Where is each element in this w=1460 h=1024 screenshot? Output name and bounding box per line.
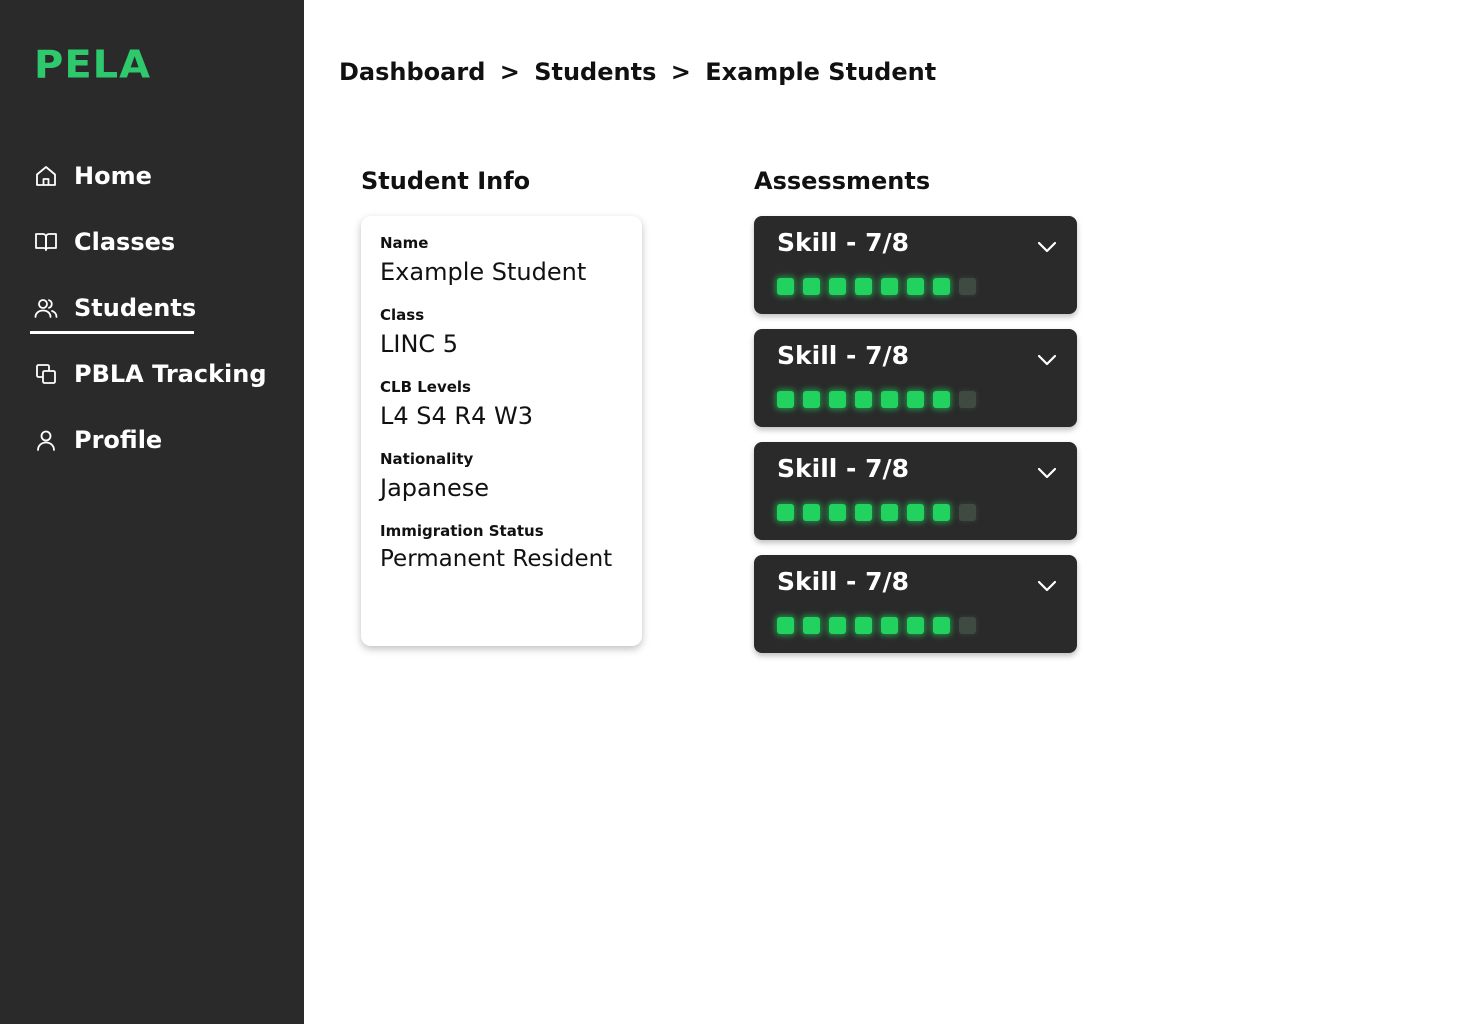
users-icon — [34, 296, 58, 320]
assessment-label: Skill - 7/8 — [777, 567, 910, 596]
progress-dot-complete — [829, 391, 846, 408]
student-info-title: Student Info — [361, 167, 531, 195]
progress-dot-complete — [907, 391, 924, 408]
progress-dots — [777, 617, 985, 634]
breadcrumb-dashboard[interactable]: Dashboard — [339, 58, 485, 86]
progress-dot-complete — [907, 617, 924, 634]
chevron-down-icon[interactable] — [1036, 462, 1058, 484]
progress-dot-incomplete — [959, 278, 976, 295]
field-label: Nationality — [380, 450, 474, 468]
sidebar-item-profile[interactable]: Profile — [30, 414, 267, 466]
assessment-card[interactable]: Skill - 7/8 — [754, 442, 1077, 540]
student-info-card: Name Example Student Class LINC 5 CLB Le… — [361, 216, 642, 646]
home-icon — [34, 164, 58, 188]
progress-dots — [777, 391, 985, 408]
assessment-card[interactable]: Skill - 7/8 — [754, 329, 1077, 427]
progress-dot-complete — [803, 391, 820, 408]
progress-dot-complete — [855, 504, 872, 521]
progress-dot-complete — [933, 391, 950, 408]
field-label: Name — [380, 234, 429, 252]
info-field: Name Example Student — [380, 234, 623, 286]
breadcrumb: Dashboard > Students > Example Student — [339, 58, 942, 86]
progress-dots — [777, 278, 985, 295]
progress-dot-complete — [881, 391, 898, 408]
chevron-down-icon[interactable] — [1036, 349, 1058, 371]
info-field: Immigration Status Permanent Resident — [380, 522, 623, 572]
progress-dot-complete — [881, 504, 898, 521]
breadcrumb-students[interactable]: Students — [534, 58, 656, 86]
progress-dot-complete — [881, 617, 898, 634]
sidebar-item-label: Classes — [74, 228, 176, 256]
field-label: CLB Levels — [380, 378, 471, 396]
progress-dot-complete — [855, 278, 872, 295]
sidebar-item-students[interactable]: Students — [30, 282, 197, 334]
progress-dot-complete — [933, 617, 950, 634]
progress-dot-complete — [803, 617, 820, 634]
sidebar-item-label: Students — [74, 294, 197, 322]
sidebar-item-classes[interactable]: Classes — [30, 216, 267, 268]
progress-dot-incomplete — [959, 504, 976, 521]
sidebar-nav: Home Classes Students PBLA Tracking Prof… — [30, 150, 267, 480]
progress-dots — [777, 504, 985, 521]
sidebar-item-label: Home — [74, 162, 152, 190]
progress-dot-incomplete — [959, 391, 976, 408]
progress-dot-complete — [907, 504, 924, 521]
progress-dot-complete — [777, 391, 794, 408]
field-value: Japanese — [380, 474, 489, 502]
assessment-label: Skill - 7/8 — [777, 341, 910, 370]
field-value: Permanent Resident — [380, 546, 613, 572]
assessment-label: Skill - 7/8 — [777, 454, 910, 483]
sidebar: PELA Home Classes Students PBLA Tracking — [0, 0, 304, 1024]
progress-dot-complete — [803, 504, 820, 521]
progress-dot-complete — [907, 278, 924, 295]
progress-dot-incomplete — [959, 617, 976, 634]
sidebar-item-label: Profile — [74, 426, 163, 454]
progress-dot-complete — [829, 278, 846, 295]
breadcrumb-separator: > — [499, 58, 520, 86]
chevron-down-icon[interactable] — [1036, 236, 1058, 258]
breadcrumb-separator: > — [670, 58, 691, 86]
progress-dot-complete — [855, 391, 872, 408]
field-value: Example Student — [380, 258, 587, 286]
breadcrumb-current: Example Student — [705, 58, 937, 86]
progress-dot-complete — [933, 278, 950, 295]
progress-dot-complete — [881, 278, 898, 295]
field-label: Class — [380, 306, 425, 324]
progress-dot-complete — [829, 504, 846, 521]
info-field: CLB Levels L4 S4 R4 W3 — [380, 378, 623, 430]
sidebar-item-home[interactable]: Home — [30, 150, 267, 202]
progress-dot-complete — [777, 278, 794, 295]
assessment-card[interactable]: Skill - 7/8 — [754, 555, 1077, 653]
info-field: Class LINC 5 — [380, 306, 623, 358]
progress-dot-complete — [777, 504, 794, 521]
info-field: Nationality Japanese — [380, 450, 623, 502]
sidebar-item-pbla-tracking[interactable]: PBLA Tracking — [30, 348, 267, 400]
field-label: Immigration Status — [380, 522, 544, 540]
sidebar-item-label: PBLA Tracking — [74, 360, 267, 388]
progress-dot-complete — [803, 278, 820, 295]
chevron-down-icon[interactable] — [1036, 575, 1058, 597]
assessments-title: Assessments — [754, 167, 931, 195]
field-value: LINC 5 — [380, 330, 459, 358]
book-icon — [34, 230, 58, 254]
assessment-label: Skill - 7/8 — [777, 228, 910, 257]
progress-dot-complete — [933, 504, 950, 521]
user-icon — [34, 428, 58, 452]
progress-dot-complete — [855, 617, 872, 634]
field-value: L4 S4 R4 W3 — [380, 402, 533, 430]
assessment-card[interactable]: Skill - 7/8 — [754, 216, 1077, 314]
progress-dot-complete — [777, 617, 794, 634]
copy-icon — [34, 362, 58, 386]
progress-dot-complete — [829, 617, 846, 634]
app-logo[interactable]: PELA — [34, 43, 151, 87]
